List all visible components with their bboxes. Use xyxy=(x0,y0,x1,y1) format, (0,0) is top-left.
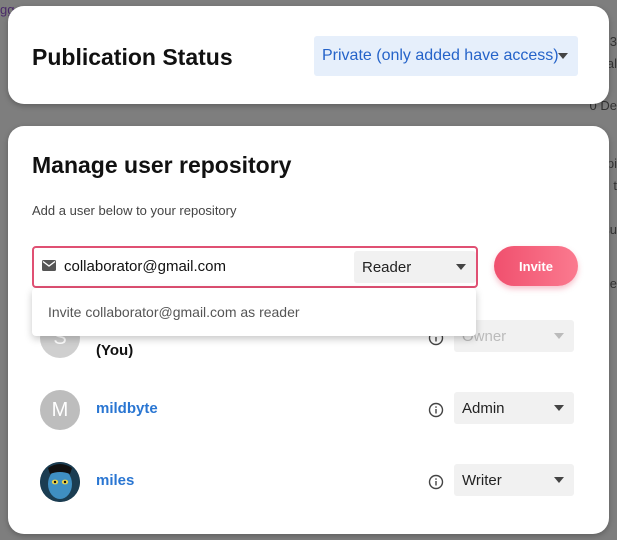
publication-status-title: Publication Status xyxy=(32,44,233,70)
manage-repository-title: Manage user repository xyxy=(32,152,292,178)
avatar: M xyxy=(40,390,80,430)
email-input[interactable] xyxy=(64,254,344,278)
chevron-down-icon xyxy=(554,405,564,411)
invite-role-value: Reader xyxy=(362,258,412,276)
user-name-link[interactable]: mildbyte xyxy=(96,400,158,417)
invite-suggestion-dropdown: Invite collaborator@gmail.com as reader xyxy=(32,288,476,336)
user-row: M mildbyte Admin xyxy=(32,386,578,434)
invite-role-select[interactable]: Reader xyxy=(354,251,476,283)
user-role-value: Admin xyxy=(462,399,505,417)
invite-button[interactable]: Invite xyxy=(494,246,578,286)
manage-user-repository-card: Manage user repository Add a user below … xyxy=(8,126,609,534)
background-fragment: 3 xyxy=(609,34,617,49)
invite-suggestion-option[interactable]: Invite collaborator@gmail.com as reader xyxy=(48,304,300,320)
user-role-select[interactable]: Writer xyxy=(454,464,574,496)
chevron-down-icon xyxy=(456,264,466,270)
user-name: (You) xyxy=(96,342,134,359)
user-role-select[interactable]: Admin xyxy=(454,392,574,424)
chevron-down-icon xyxy=(558,53,568,59)
info-icon[interactable] xyxy=(428,402,444,418)
avatar xyxy=(40,462,80,502)
chevron-down-icon xyxy=(554,333,564,339)
info-icon[interactable] xyxy=(428,474,444,490)
mail-icon xyxy=(42,260,56,271)
user-row: miles Writer xyxy=(32,458,578,506)
publication-status-select[interactable]: Private (only added have access) xyxy=(314,36,578,76)
user-role-value: Writer xyxy=(462,471,502,489)
invite-user-field: Reader xyxy=(32,246,478,288)
background-fragment: e xyxy=(609,276,617,291)
user-name-link[interactable]: miles xyxy=(96,472,134,489)
publication-status-value: Private (only added have access) xyxy=(322,47,559,64)
background-fragment: t xyxy=(613,178,617,193)
publication-status-card: Publication Status Private (only added h… xyxy=(8,6,609,104)
chevron-down-icon xyxy=(554,477,564,483)
manage-repository-subtitle: Add a user below to your repository xyxy=(32,203,237,218)
